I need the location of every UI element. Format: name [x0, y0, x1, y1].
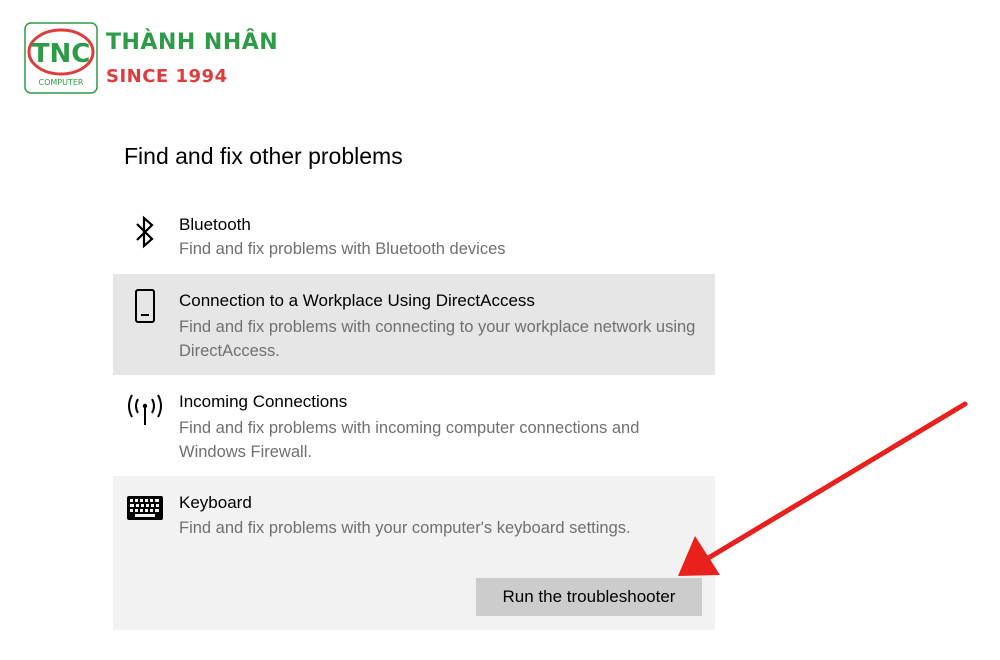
- logo-brand-name: THÀNH NHÂN: [106, 30, 279, 55]
- brand-logo: TNC COMPUTER THÀNH NHÂN SINCE 1994: [24, 22, 294, 98]
- bluetooth-icon: [125, 214, 165, 250]
- section-title: Find and fix other problems: [124, 143, 403, 169]
- item-description: Find and fix problems with incoming comp…: [179, 419, 640, 461]
- item-description: Find and fix problems with connecting to…: [179, 318, 696, 360]
- tnc-logo-icon: TNC COMPUTER: [24, 22, 98, 94]
- item-title: Keyboard: [179, 493, 252, 512]
- item-title: Bluetooth: [179, 215, 251, 234]
- logo-abbr: TNC: [32, 39, 91, 69]
- logo-sub: COMPUTER: [39, 78, 84, 87]
- item-title: Connection to a Workplace Using DirectAc…: [179, 291, 535, 310]
- troubleshooter-item-bluetooth[interactable]: Bluetooth Find and fix problems with Blu…: [113, 198, 715, 274]
- logo-since: SINCE 1994: [106, 66, 228, 87]
- item-title: Incoming Connections: [179, 392, 348, 411]
- troubleshooter-item-directaccess[interactable]: Connection to a Workplace Using DirectAc…: [113, 274, 715, 375]
- antenna-icon: [125, 391, 165, 427]
- item-description: Find and fix problems with your computer…: [179, 519, 631, 537]
- item-description: Find and fix problems with Bluetooth dev…: [179, 240, 506, 258]
- keyboard-icon: [125, 490, 165, 526]
- run-troubleshooter-button[interactable]: Run the troubleshooter: [476, 578, 702, 616]
- troubleshooter-item-incoming-connections[interactable]: Incoming Connections Find and fix proble…: [113, 375, 715, 476]
- phone-icon: [125, 288, 165, 324]
